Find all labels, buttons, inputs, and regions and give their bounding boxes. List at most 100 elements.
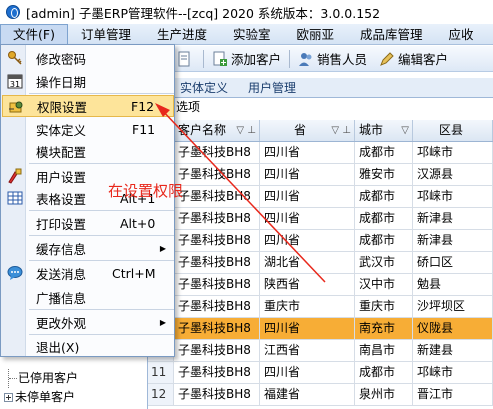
menu-item-label: 广播信息 [36,290,87,306]
menu-oulia[interactable]: 欧丽亚 [284,24,348,45]
table-row[interactable]: 子墨科技BH8 重庆市 重庆市 沙坪坝区 [148,296,493,318]
menu-production[interactable]: 生产进度 [144,24,220,45]
row-number-cell[interactable]: 12 [148,384,174,405]
tree-item-stopped-customers[interactable]: 已停用客户 [0,369,147,388]
province-cell[interactable]: 四川省 [260,230,355,251]
county-cell[interactable]: 汉源县 [413,164,493,185]
table-row[interactable]: 子墨科技BH8 湖北省 武汉市 硚口区 [148,252,493,274]
customer-name-cell[interactable]: 子墨科技BH8 [174,274,260,295]
menu-receivables[interactable]: 应收 [436,24,487,45]
city-cell[interactable]: 泉州市 [355,384,413,405]
county-cell[interactable]: 新津县 [413,230,493,251]
city-cell[interactable]: 南昌市 [355,340,413,361]
county-cell[interactable]: 硚口区 [413,252,493,273]
table-row[interactable]: 子墨科技BH8 四川省 成都市 邛崃市 [148,142,493,164]
expand-icon[interactable] [4,393,13,402]
tab-entity-definition[interactable]: 实体定义 [170,79,238,97]
table-row[interactable]: 12 子墨科技BH8 福建省 泉州市 晋江市 [148,384,493,406]
city-cell[interactable]: 成都市 [355,186,413,207]
city-cell[interactable]: 重庆市 [355,296,413,317]
customer-name-cell[interactable]: 子墨科技BH8 [174,164,260,185]
province-cell[interactable]: 湖北省 [260,252,355,273]
customer-name-cell[interactable]: 子墨科技BH8 [174,208,260,229]
menu-item-module-config[interactable]: 模块配置 [2,140,174,162]
menu-finished-goods[interactable]: 成品库管理 [347,24,436,45]
city-cell[interactable]: 南充市 [355,318,413,339]
customer-name-cell[interactable]: 子墨科技BH8 [174,230,260,251]
filter-pin-icon[interactable]: ▽ ⊥ [236,120,256,141]
menu-item-exit[interactable]: 退出(X) [2,335,174,357]
city-cell[interactable]: 成都市 [355,208,413,229]
column-header-county[interactable]: 区县 [413,120,493,141]
menu-item-send-message[interactable]: 发送消息 Ctrl+M [2,262,174,284]
county-cell[interactable]: 新建县 [413,340,493,361]
menu-item-operation-date[interactable]: 31 操作日期 [2,70,174,92]
menu-file[interactable]: 文件(F) [0,23,68,45]
menu-item-cache-info[interactable]: 缓存信息 ▶ [2,237,174,259]
customer-name-cell[interactable]: 子墨科技BH8 [174,362,260,383]
province-cell[interactable]: 陕西省 [260,274,355,295]
menu-item-broadcast[interactable]: 广播信息 [2,286,174,308]
tree-item-no-order-customers[interactable]: 未停单客户 [0,388,147,407]
province-cell[interactable]: 四川省 [260,142,355,163]
province-cell[interactable]: 四川省 [260,208,355,229]
app-logo-icon [6,5,20,19]
add-customer-button[interactable]: 添加客户 [206,49,287,68]
tab-user-management[interactable]: 用户管理 [238,79,306,97]
province-cell[interactable]: 福建省 [260,384,355,405]
customer-name-cell[interactable]: 子墨科技BH8 [174,186,260,207]
column-header-province[interactable]: 省 ▽ ⊥ [260,120,355,141]
county-cell[interactable]: 新津县 [413,208,493,229]
county-cell[interactable]: 沙坪坝区 [413,296,493,317]
menu-item-change-password[interactable]: 修改密码 [2,47,174,69]
province-cell[interactable]: 重庆市 [260,296,355,317]
customer-name-cell[interactable]: 子墨科技BH8 [174,252,260,273]
menu-item-change-appearance[interactable]: 更改外观 ▶ [2,311,174,333]
table-row[interactable]: 子墨科技BH8 四川省 雅安市 汉源县 [148,164,493,186]
menu-item-permission-settings[interactable]: 权限设置 F12 [2,95,174,117]
city-cell[interactable]: 成都市 [355,362,413,383]
county-cell[interactable]: 仪陇县 [413,318,493,339]
customer-name-cell[interactable]: 子墨科技BH8 [174,142,260,163]
filter-pin-icon[interactable]: ▽ [401,120,409,141]
customer-name-cell[interactable]: 子墨科技BH8 [174,296,260,317]
menu-lab[interactable]: 实验室 [220,24,284,45]
menu-item-print-settings[interactable]: 打印设置 Alt+0 [2,212,174,234]
province-cell[interactable]: 四川省 [260,318,355,339]
menu-orders[interactable]: 订单管理 [68,24,144,45]
city-cell[interactable]: 成都市 [355,142,413,163]
menu-item-entity-definition[interactable]: 实体定义 F11 [2,118,174,140]
province-cell[interactable]: 四川省 [260,164,355,185]
city-cell[interactable]: 汉中市 [355,274,413,295]
submenu-arrow-icon: ▶ [159,243,166,253]
filter-pin-icon[interactable]: ▽ ⊥ [331,120,351,141]
column-header-customer-name[interactable]: 客户名称 ▽ ⊥ [174,120,260,141]
county-cell[interactable]: 邛崃市 [413,142,493,163]
city-cell[interactable]: 成都市 [355,230,413,251]
table-row[interactable]: 子墨科技BH8 江西省 南昌市 新建县 [148,340,493,362]
customer-name-cell[interactable]: 子墨科技BH8 [174,318,260,339]
province-cell[interactable]: 四川省 [260,186,355,207]
options-tab[interactable]: 选项 [170,98,493,117]
province-cell[interactable]: 四川省 [260,362,355,383]
province-cell[interactable]: 江西省 [260,340,355,361]
table-row[interactable]: 子墨科技BH8 四川省 成都市 新津县 [148,230,493,252]
county-cell[interactable]: 邛崃市 [413,362,493,383]
table-row[interactable]: ▶ 子墨科技BH8四川省南充市仪陇县 [148,318,493,340]
customer-name-cell[interactable]: 子墨科技BH8 [174,340,260,361]
city-cell[interactable]: 武汉市 [355,252,413,273]
customer-name-cell[interactable]: 子墨科技BH8 [174,384,260,405]
sales-person-button[interactable]: 销售人员 [292,49,373,68]
table-row[interactable]: 11 子墨科技BH8 四川省 成都市 邛崃市 [148,362,493,384]
column-header-city[interactable]: 城市 ▽ [355,120,413,141]
submenu-arrow-icon: ▶ [159,317,166,327]
city-cell[interactable]: 雅安市 [355,164,413,185]
table-row[interactable]: 子墨科技BH8 四川省 成都市 新津县 [148,208,493,230]
county-cell[interactable]: 晋江市 [413,384,493,405]
row-number-cell[interactable]: 11 [148,362,174,383]
county-cell[interactable]: 邛崃市 [413,186,493,207]
county-cell[interactable]: 勉县 [413,274,493,295]
edit-customer-button[interactable]: 编辑客户 [373,49,454,68]
table-row[interactable]: 子墨科技BH8 四川省 成都市 邛崃市 [148,186,493,208]
table-row[interactable]: 子墨科技BH8 陕西省 汉中市 勉县 [148,274,493,296]
